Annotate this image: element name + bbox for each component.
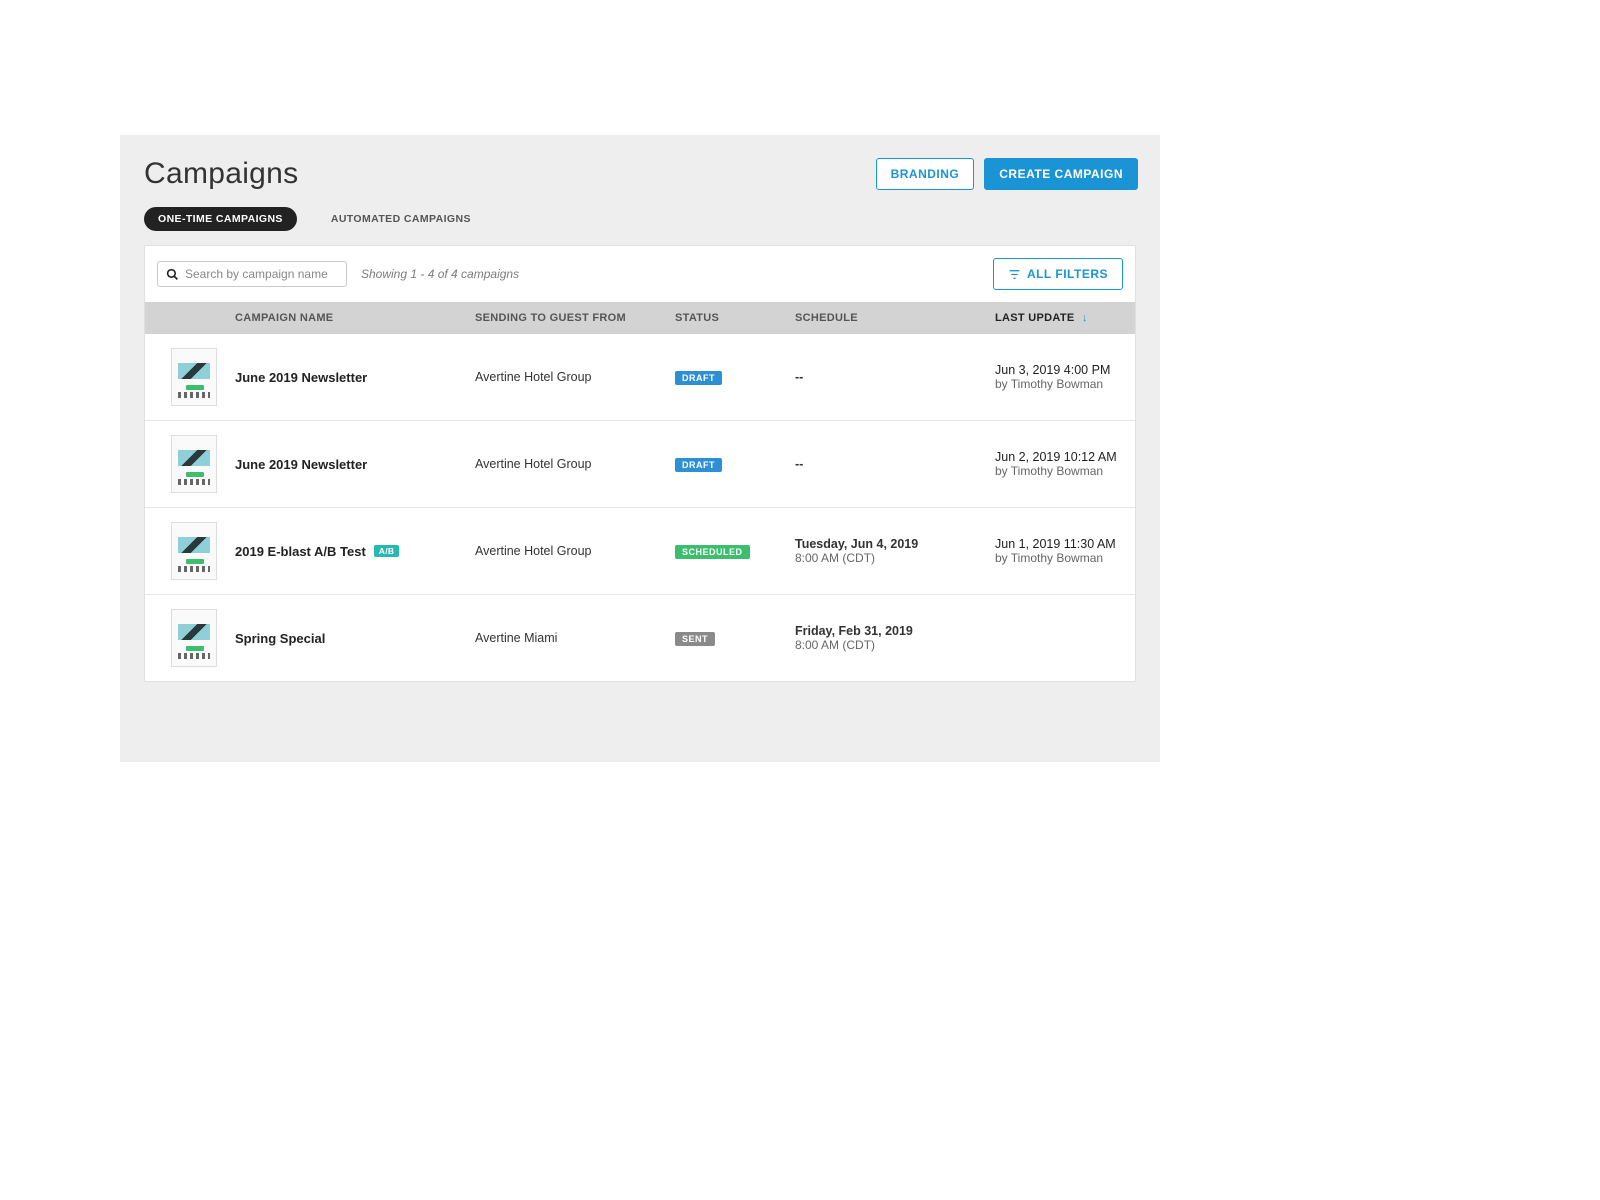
update-by: by Timothy Bowman bbox=[995, 377, 1135, 391]
col-last-update[interactable]: LAST UPDATE ↓ bbox=[995, 312, 1135, 324]
create-campaign-button[interactable]: CREATE CAMPAIGN bbox=[984, 158, 1138, 190]
search-icon bbox=[166, 268, 179, 281]
schedule-date: Friday, Feb 31, 2019 bbox=[795, 624, 995, 638]
status-badge: DRAFT bbox=[675, 371, 722, 385]
campaign-name-cell: June 2019 Newsletter bbox=[235, 457, 475, 472]
status-cell: DRAFT bbox=[675, 456, 795, 472]
schedule-cell: Tuesday, Jun 4, 2019 8:00 AM (CDT) bbox=[795, 537, 995, 565]
status-cell: SENT bbox=[675, 630, 795, 646]
campaign-name: Spring Special bbox=[235, 631, 325, 646]
col-sending-to[interactable]: SENDING TO GUEST FROM bbox=[475, 312, 675, 324]
page-header: Campaigns BRANDING CREATE CAMPAIGN bbox=[120, 135, 1160, 201]
app-frame: Campaigns BRANDING CREATE CAMPAIGN ONE-T… bbox=[120, 135, 1160, 762]
filter-icon bbox=[1008, 268, 1021, 281]
showing-count: Showing 1 - 4 of 4 campaigns bbox=[361, 267, 519, 281]
campaign-name-cell: Spring Special bbox=[235, 631, 475, 646]
header-actions: BRANDING CREATE CAMPAIGN bbox=[876, 158, 1138, 190]
schedule-time: 8:00 AM (CDT) bbox=[795, 638, 995, 652]
schedule-date: Tuesday, Jun 4, 2019 bbox=[795, 537, 995, 551]
search-input[interactable] bbox=[185, 267, 340, 281]
campaigns-panel: Showing 1 - 4 of 4 campaigns ALL FILTERS… bbox=[144, 245, 1136, 682]
sending-to-cell: Avertine Miami bbox=[475, 631, 675, 645]
update-date: Jun 2, 2019 10:12 AM bbox=[995, 450, 1135, 464]
update-date: Jun 3, 2019 4:00 PM bbox=[995, 363, 1135, 377]
col-campaign-name[interactable]: CAMPAIGN NAME bbox=[235, 312, 475, 324]
col-status[interactable]: STATUS bbox=[675, 312, 795, 324]
update-by: by Timothy Bowman bbox=[995, 551, 1135, 565]
campaign-name-cell: June 2019 Newsletter bbox=[235, 370, 475, 385]
status-cell: DRAFT bbox=[675, 369, 795, 385]
last-update-cell: Jun 1, 2019 11:30 AM by Timothy Bowman bbox=[995, 537, 1135, 565]
campaign-thumbnail bbox=[171, 522, 217, 580]
ab-test-badge: A/B bbox=[374, 545, 400, 557]
table-row[interactable]: 2019 E-blast A/B Test A/B Avertine Hotel… bbox=[145, 507, 1135, 594]
search-wrap[interactable] bbox=[157, 261, 347, 287]
all-filters-button[interactable]: ALL FILTERS bbox=[993, 258, 1123, 290]
schedule-date: -- bbox=[795, 370, 995, 384]
table-row[interactable]: June 2019 Newsletter Avertine Hotel Grou… bbox=[145, 334, 1135, 420]
schedule-cell: -- bbox=[795, 457, 995, 471]
campaign-name: June 2019 Newsletter bbox=[235, 457, 367, 472]
status-cell: SCHEDULED bbox=[675, 543, 795, 559]
campaign-thumbnail bbox=[171, 348, 217, 406]
branding-button[interactable]: BRANDING bbox=[876, 158, 975, 190]
last-update-cell: Jun 2, 2019 10:12 AM by Timothy Bowman bbox=[995, 450, 1135, 478]
sending-to-cell: Avertine Hotel Group bbox=[475, 457, 675, 471]
campaign-name-cell: 2019 E-blast A/B Test A/B bbox=[235, 544, 475, 559]
col-last-update-label: LAST UPDATE bbox=[995, 312, 1074, 324]
status-badge: DRAFT bbox=[675, 458, 722, 472]
tabs-row: ONE-TIME CAMPAIGNS AUTOMATED CAMPAIGNS bbox=[120, 201, 1160, 245]
schedule-cell: -- bbox=[795, 370, 995, 384]
tab-automated-campaigns[interactable]: AUTOMATED CAMPAIGNS bbox=[317, 207, 485, 231]
panel-toolbar: Showing 1 - 4 of 4 campaigns ALL FILTERS bbox=[145, 246, 1135, 302]
update-date: Jun 1, 2019 11:30 AM bbox=[995, 537, 1135, 551]
tab-one-time-campaigns[interactable]: ONE-TIME CAMPAIGNS bbox=[144, 207, 297, 231]
sort-arrow-down-icon: ↓ bbox=[1082, 312, 1088, 324]
col-schedule[interactable]: SCHEDULE bbox=[795, 312, 995, 324]
campaign-name: 2019 E-blast A/B Test bbox=[235, 544, 366, 559]
schedule-cell: Friday, Feb 31, 2019 8:00 AM (CDT) bbox=[795, 624, 995, 652]
table-row[interactable]: June 2019 Newsletter Avertine Hotel Grou… bbox=[145, 420, 1135, 507]
campaign-name: June 2019 Newsletter bbox=[235, 370, 367, 385]
sending-to-cell: Avertine Hotel Group bbox=[475, 370, 675, 384]
update-by: by Timothy Bowman bbox=[995, 464, 1135, 478]
table-header: CAMPAIGN NAME SENDING TO GUEST FROM STAT… bbox=[145, 302, 1135, 334]
schedule-time: 8:00 AM (CDT) bbox=[795, 551, 995, 565]
status-badge: SCHEDULED bbox=[675, 545, 750, 559]
table-row[interactable]: Spring Special Avertine Miami SENT Frida… bbox=[145, 594, 1135, 681]
schedule-date: -- bbox=[795, 457, 995, 471]
campaign-thumbnail bbox=[171, 609, 217, 667]
all-filters-label: ALL FILTERS bbox=[1027, 267, 1108, 281]
last-update-cell: Jun 3, 2019 4:00 PM by Timothy Bowman bbox=[995, 363, 1135, 391]
status-badge: SENT bbox=[675, 632, 715, 646]
sending-to-cell: Avertine Hotel Group bbox=[475, 544, 675, 558]
page-title: Campaigns bbox=[144, 157, 298, 191]
campaign-thumbnail bbox=[171, 435, 217, 493]
